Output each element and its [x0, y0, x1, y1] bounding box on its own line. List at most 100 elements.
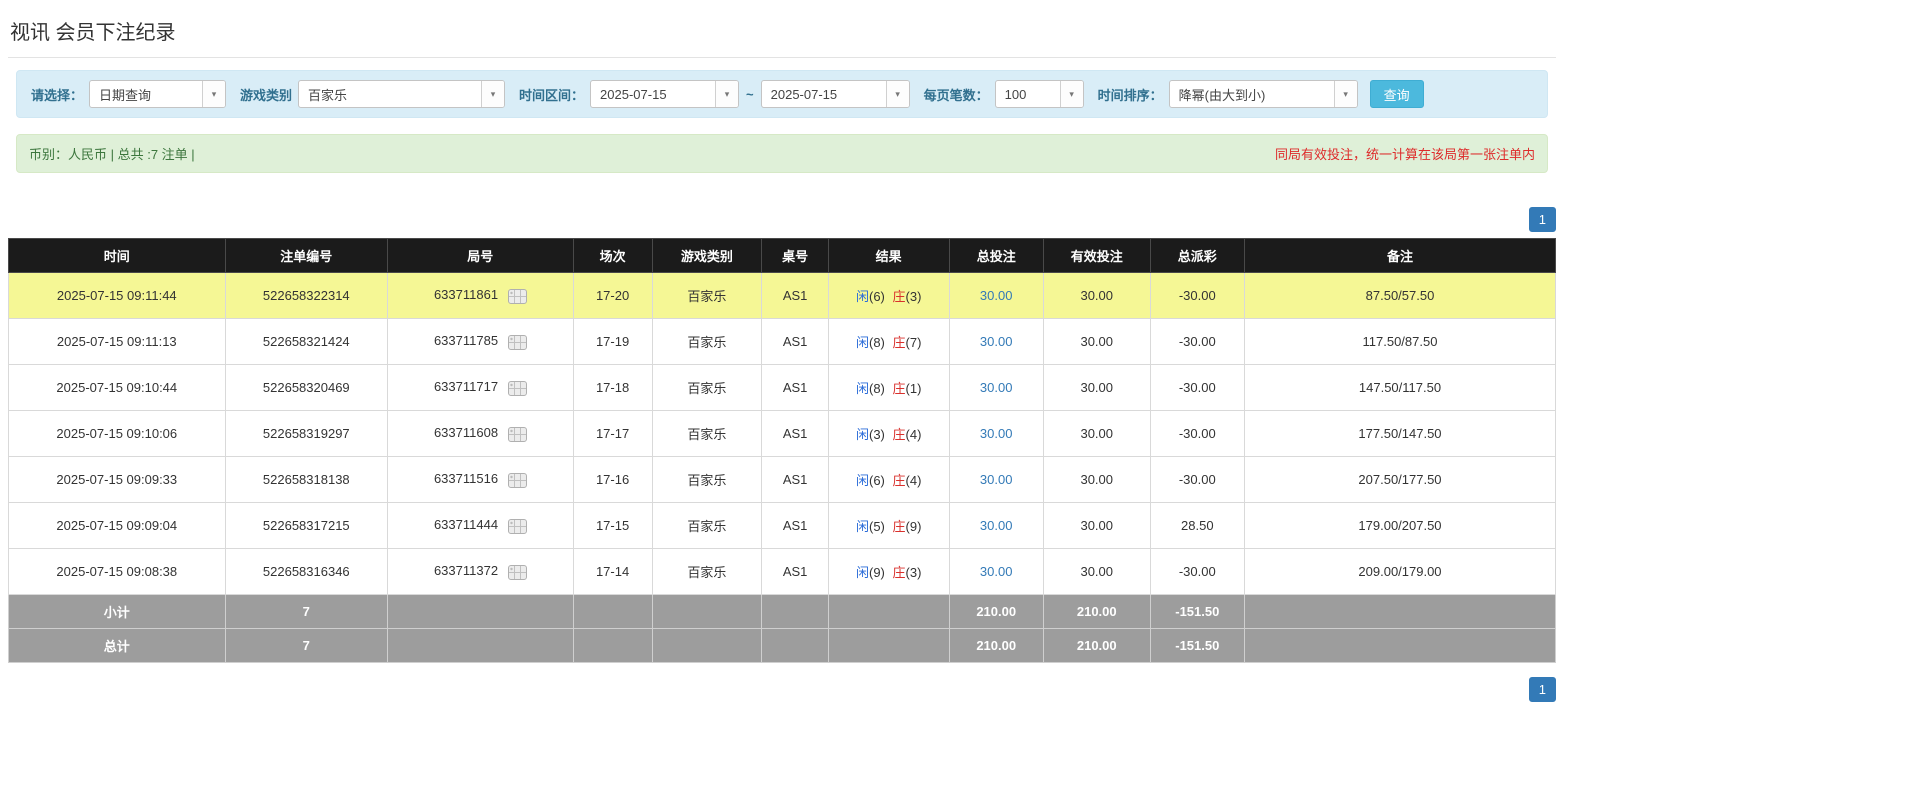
result-banker-label: 庄	[892, 473, 906, 488]
round-number: 633711717	[433, 379, 499, 395]
game-type-value: 百家乐	[308, 87, 348, 103]
cell-game: 百家乐	[651, 456, 763, 503]
total-total-bet: 210.00	[948, 628, 1044, 663]
page-size-select[interactable]: 100 ▾	[994, 80, 1084, 108]
result-banker-score: (9)	[905, 519, 922, 534]
empty-cell	[827, 628, 950, 663]
chevron-down-icon[interactable]: ▾	[481, 81, 505, 107]
round-detail-icon[interactable]	[507, 380, 527, 396]
chevron-down-icon[interactable]: ▾	[885, 81, 909, 107]
result-player-score: (5)	[868, 519, 885, 534]
cell-valid-bet: 30.00	[1042, 272, 1151, 319]
page-size-label: 每页笔数：	[923, 87, 989, 103]
col-header-session: 场次	[572, 238, 653, 273]
round-detail-icon[interactable]	[507, 288, 527, 304]
search-button[interactable]: 查询	[1369, 80, 1424, 108]
round-detail-icon[interactable]	[507, 564, 527, 580]
pagination-bottom: 1	[8, 677, 1556, 702]
col-header-remark: 备注	[1243, 238, 1557, 273]
date-from-select[interactable]: 2025-07-15 ▾	[590, 80, 740, 108]
result-banker-label: 庄	[892, 519, 906, 534]
cell-session: 17-19	[572, 318, 653, 365]
round-detail-icon[interactable]	[507, 472, 527, 488]
query-type-select[interactable]: 日期查询 ▾	[89, 80, 227, 108]
chevron-down-icon[interactable]: ▾	[202, 81, 226, 107]
result-player-score: (6)	[868, 473, 885, 488]
page-title: 视讯 会员下注纪录	[8, 16, 1556, 58]
cell-valid-bet: 30.00	[1042, 456, 1151, 503]
table-row: 2025-07-15 09:11:44 522658322314 6337118…	[8, 272, 1557, 319]
round-detail-icon[interactable]	[507, 426, 527, 442]
result-banker-score: (3)	[905, 289, 922, 304]
summary-notice: 同局有效投注，统一计算在该局第一张注单内	[1274, 147, 1535, 162]
table-row: 2025-07-15 09:09:04 522658317215 6337114…	[8, 502, 1557, 549]
cell-total-bet: 30.00	[948, 456, 1044, 503]
date-to-select[interactable]: 2025-07-15 ▾	[760, 80, 910, 108]
col-header-total-bet: 总投注	[948, 238, 1044, 273]
empty-cell	[387, 594, 574, 629]
empty-cell	[572, 628, 653, 663]
total-bet-link[interactable]: 30.00	[980, 334, 1013, 349]
result-banker-label: 庄	[892, 427, 906, 442]
result-player-label: 闲	[855, 381, 869, 396]
round-number: 633711785	[433, 333, 499, 349]
empty-cell	[761, 594, 829, 629]
pagination-page-1[interactable]: 1	[1528, 207, 1556, 232]
cell-table: AS1	[761, 318, 829, 365]
subtotal-row: 小计 7 210.00 210.00 -151.50	[8, 594, 1557, 629]
table-header-row: 时间 注单编号 局号 场次 游戏类别 桌号 结果 总投注 有效投注 总派彩 备注	[8, 238, 1557, 273]
cell-time: 2025-07-15 09:09:33	[8, 456, 226, 503]
result-player-label: 闲	[855, 519, 869, 534]
subtotal-label: 小计	[8, 594, 226, 629]
total-bet-link[interactable]: 30.00	[980, 288, 1013, 303]
result-player-label: 闲	[855, 427, 869, 442]
total-bet-link[interactable]: 30.00	[980, 518, 1013, 533]
cell-result: 闲(3) 庄(4)	[827, 410, 950, 457]
total-label: 总计	[8, 628, 226, 663]
cell-remark: 179.00/207.50	[1243, 502, 1557, 549]
col-header-round: 局号	[387, 238, 574, 273]
chevron-down-icon[interactable]: ▾	[715, 81, 739, 107]
table-row: 2025-07-15 09:10:44 522658320469 6337117…	[8, 364, 1557, 411]
pagination-page-1[interactable]: 1	[1528, 677, 1556, 702]
table-row: 2025-07-15 09:10:06 522658319297 6337116…	[8, 410, 1557, 457]
page-container: 视讯 会员下注纪录 请选择： 日期查询 ▾ 游戏类别 百家乐 ▾ 时间区间： 2…	[8, 16, 1557, 702]
result-player-label: 闲	[855, 335, 869, 350]
cell-total-bet: 30.00	[948, 364, 1044, 411]
round-number: 633711444	[433, 517, 499, 533]
cell-total-bet: 30.00	[948, 318, 1044, 365]
col-header-time: 时间	[8, 238, 226, 273]
cell-valid-bet: 30.00	[1042, 318, 1151, 365]
date-range-label: 时间区间：	[519, 87, 585, 103]
total-bet-link[interactable]: 30.00	[980, 426, 1013, 441]
cell-game: 百家乐	[651, 318, 763, 365]
empty-cell	[1243, 594, 1557, 629]
cell-result: 闲(8) 庄(1)	[827, 364, 950, 411]
table-row: 2025-07-15 09:08:38 522658316346 6337113…	[8, 548, 1557, 595]
total-bet-link[interactable]: 30.00	[980, 564, 1013, 579]
chevron-down-icon[interactable]: ▾	[1333, 81, 1357, 107]
cell-game: 百家乐	[651, 272, 763, 319]
cell-bet-id: 522658322314	[224, 272, 389, 319]
time-sort-select[interactable]: 降幂(由大到小) ▾	[1168, 80, 1358, 108]
chevron-down-icon[interactable]: ▾	[1059, 81, 1083, 107]
date-range-tilde: ~	[746, 86, 754, 102]
result-banker-label: 庄	[892, 565, 906, 580]
subtotal-total-bet: 210.00	[948, 594, 1044, 629]
result-player-label: 闲	[855, 289, 869, 304]
total-bet-link[interactable]: 30.00	[980, 380, 1013, 395]
cell-time: 2025-07-15 09:10:06	[8, 410, 226, 457]
total-valid-bet: 210.00	[1042, 628, 1151, 663]
empty-cell	[827, 594, 950, 629]
result-banker-score: (1)	[905, 381, 922, 396]
page-size-value: 100	[1004, 86, 1027, 102]
round-detail-icon[interactable]	[507, 518, 527, 534]
result-player-score: (6)	[868, 289, 885, 304]
cell-session: 17-15	[572, 502, 653, 549]
date-to-value: 2025-07-15	[770, 86, 838, 102]
round-detail-icon[interactable]	[507, 334, 527, 350]
result-banker-label: 庄	[892, 381, 906, 396]
total-bet-link[interactable]: 30.00	[980, 472, 1013, 487]
time-sort-value: 降幂(由大到小)	[1178, 87, 1266, 103]
game-type-select[interactable]: 百家乐 ▾	[298, 80, 506, 108]
